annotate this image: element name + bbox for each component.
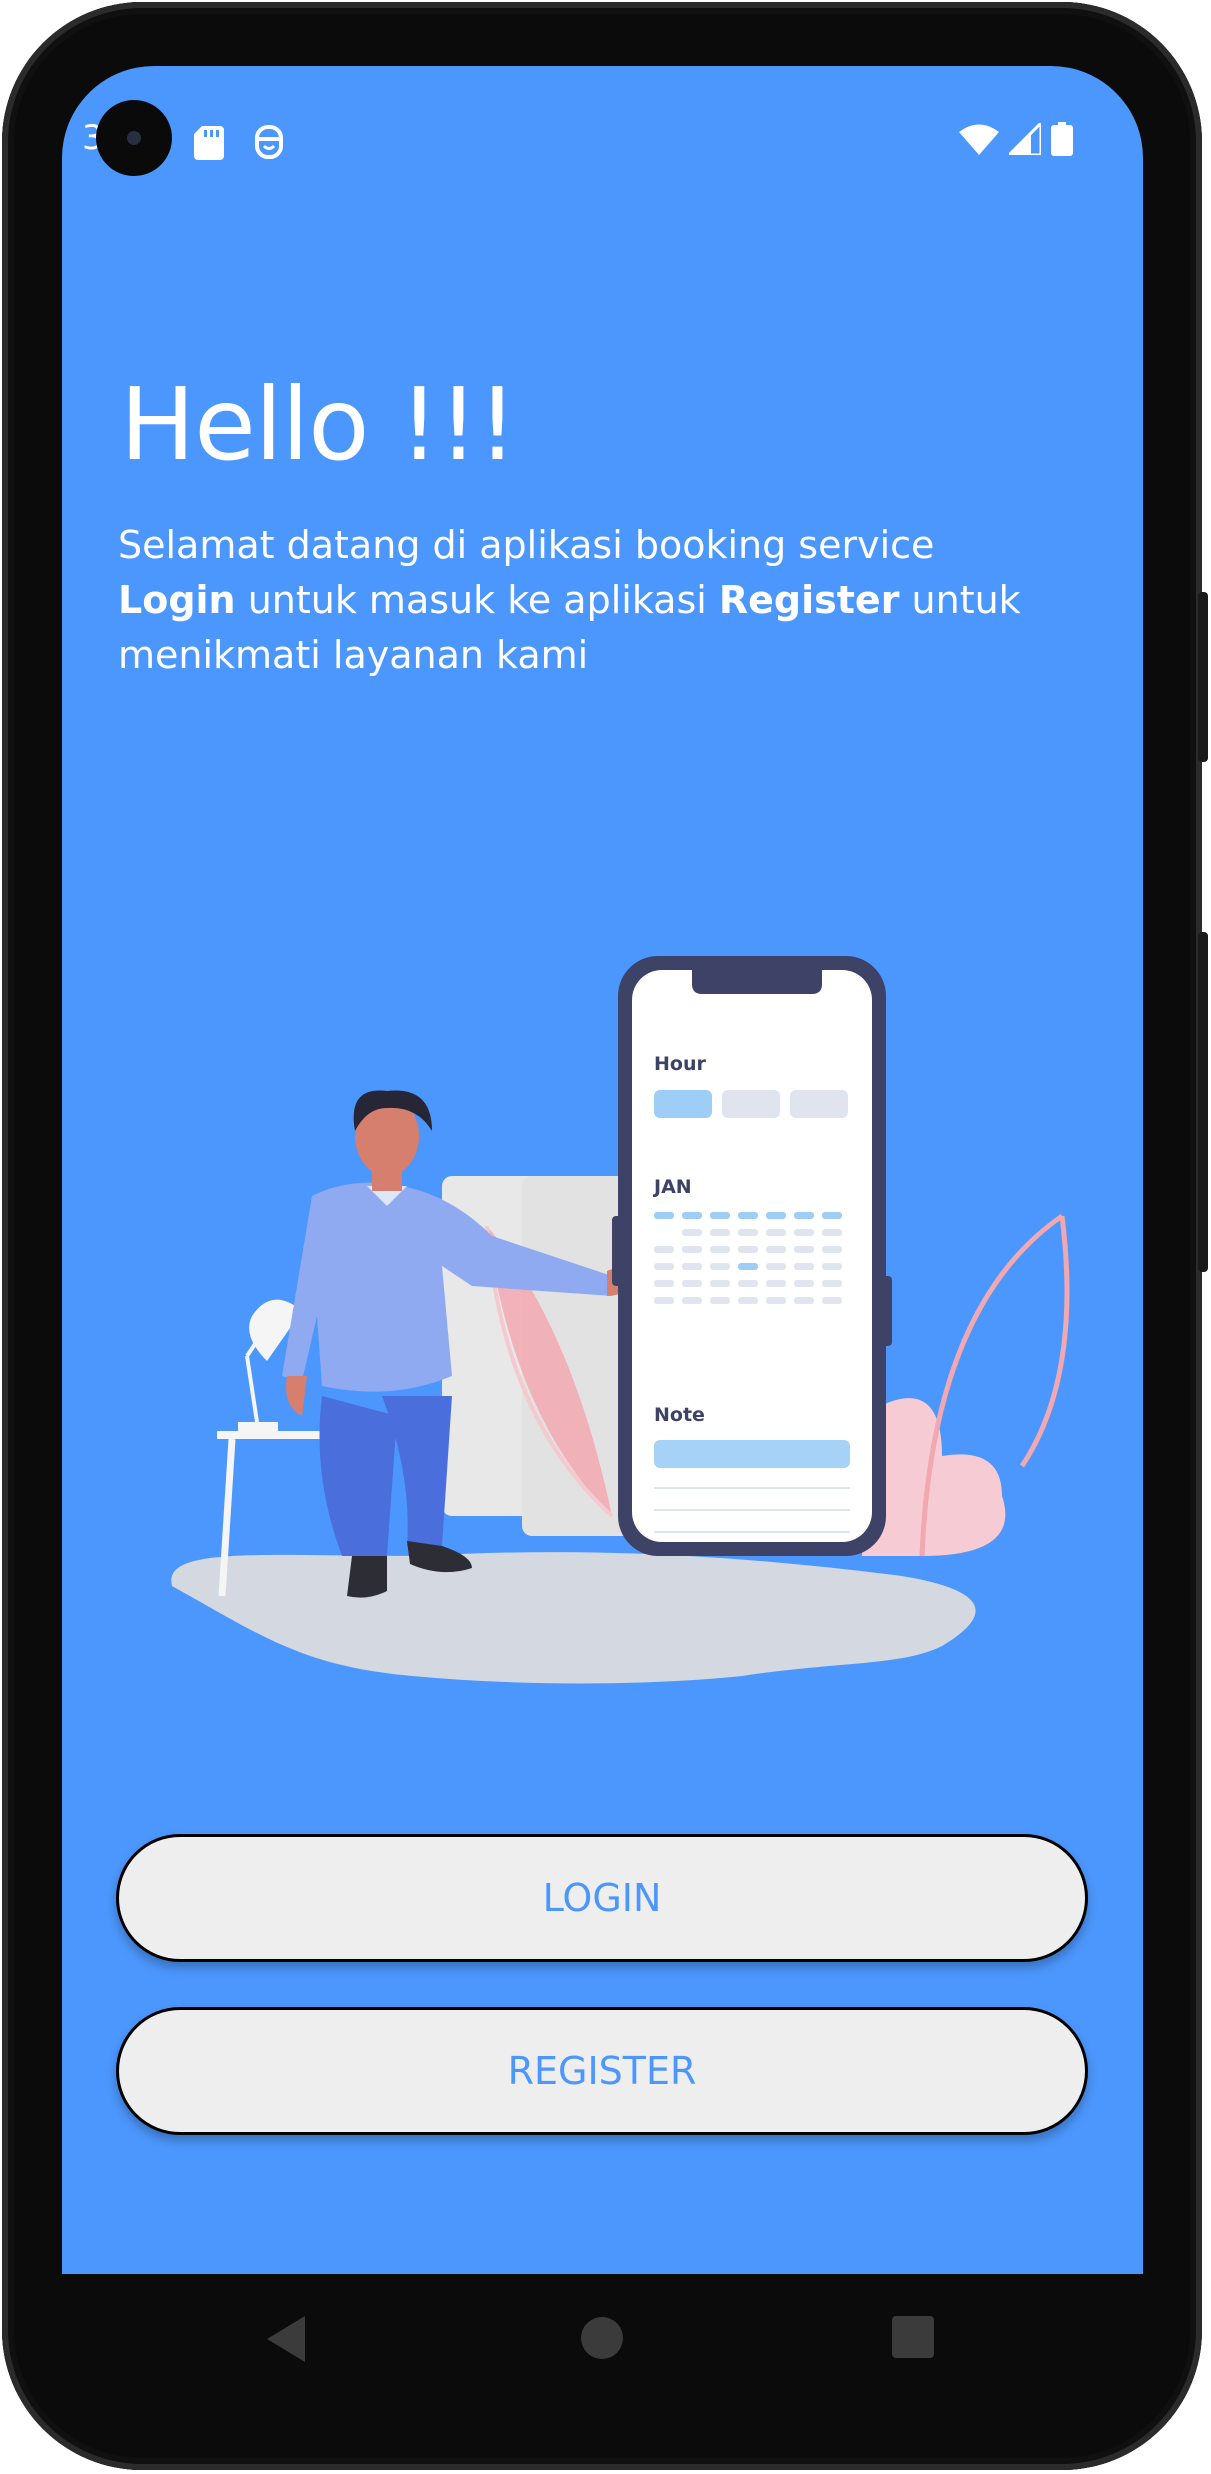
calendar-day [766, 1229, 786, 1236]
note-field [654, 1440, 850, 1468]
hour-slot [654, 1090, 712, 1118]
calendar-day [822, 1229, 842, 1236]
page-title: Hello !!! [120, 366, 518, 483]
calendar-day [738, 1280, 758, 1287]
calendar-day [738, 1229, 758, 1236]
calendar-day [822, 1246, 842, 1253]
calendar-day [710, 1246, 730, 1253]
welcome-text: Selamat datang di aplikasi booking servi… [118, 518, 1118, 683]
power-button [1198, 592, 1208, 762]
login-word: Login [118, 578, 236, 622]
signal-icon [1009, 123, 1041, 155]
calendar-day [682, 1280, 702, 1287]
smiley-icon [255, 125, 283, 159]
calendar-day [794, 1212, 814, 1219]
calendar-day [654, 1246, 674, 1253]
floor-shadow [171, 1552, 976, 1684]
calendar-day [710, 1263, 730, 1270]
person-shoe [347, 1556, 387, 1598]
volume-button [1198, 932, 1208, 1272]
front-camera [96, 100, 172, 176]
calendar-day [822, 1263, 842, 1270]
month-label: JAN [652, 1176, 692, 1198]
calendar-day [794, 1297, 814, 1304]
welcome-middle: untuk masuk ke aplikasi [235, 578, 719, 622]
calendar-day [682, 1297, 702, 1304]
calendar-day [738, 1212, 758, 1219]
device-frame: 3 Hello !!! Selamat datang di aplikasi b… [2, 2, 1208, 2470]
hour-slot [790, 1090, 848, 1118]
calendar-day [794, 1280, 814, 1287]
calendar-day [654, 1280, 674, 1287]
calendar-day [710, 1212, 730, 1219]
lamp-base [238, 1422, 278, 1432]
calendar-day [766, 1246, 786, 1253]
calendar-day [682, 1246, 702, 1253]
calendar-day [794, 1246, 814, 1253]
calendar-day [654, 1297, 674, 1304]
person-leg [319, 1396, 397, 1556]
lamp-arm [245, 1355, 259, 1423]
calendar-day [710, 1280, 730, 1287]
calendar-day [682, 1263, 702, 1270]
calendar-day [766, 1212, 786, 1219]
calendar-day [682, 1229, 702, 1236]
calendar-day [766, 1280, 786, 1287]
calendar-day [822, 1280, 842, 1287]
calendar-day [766, 1297, 786, 1304]
mock-phone-notch [692, 970, 822, 994]
battery-icon [1051, 122, 1073, 156]
hour-slot [722, 1090, 780, 1118]
back-icon[interactable] [267, 2316, 307, 2362]
calendar-day [654, 1212, 674, 1219]
welcome-line-1: Selamat datang di aplikasi booking servi… [118, 523, 935, 567]
calendar-day [738, 1263, 758, 1270]
hour-label: Hour [654, 1053, 706, 1075]
login-button[interactable]: LOGIN [116, 1834, 1088, 1962]
navigation-bar [62, 2274, 1143, 2404]
calendar-day [766, 1263, 786, 1270]
calendar-day [738, 1246, 758, 1253]
register-button[interactable]: REGISTER [116, 2007, 1088, 2135]
status-icons [959, 122, 1073, 156]
calendar-day [682, 1212, 702, 1219]
sd-card-icon [194, 126, 224, 160]
calendar-day [710, 1297, 730, 1304]
note-label: Note [654, 1404, 705, 1426]
recents-icon[interactable] [892, 2316, 934, 2358]
calendar-day [794, 1263, 814, 1270]
calendar-day [654, 1263, 674, 1270]
app-screen: 3 Hello !!! Selamat datang di aplikasi b… [62, 66, 1143, 2274]
register-word: Register [718, 578, 900, 622]
booking-illustration: Hour JAN Note [171, 956, 1070, 1684]
calendar-day [710, 1229, 730, 1236]
leaf-line-right-2 [1019, 1215, 1070, 1468]
calendar-day [738, 1297, 758, 1304]
calendar-day [822, 1212, 842, 1219]
calendar-day [822, 1297, 842, 1304]
person-hand-2 [286, 1376, 307, 1416]
wifi-icon [959, 124, 999, 155]
calendar-day [794, 1229, 814, 1236]
home-icon[interactable] [580, 2316, 624, 2360]
